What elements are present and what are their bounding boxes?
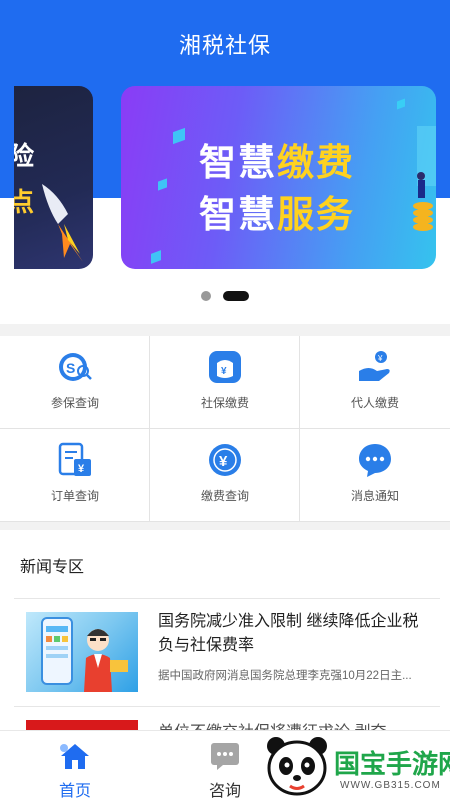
cube-decoration	[151, 250, 161, 264]
grid-item-label: 社保缴费	[200, 396, 249, 410]
news-thumbnail[interactable]	[26, 612, 138, 692]
chat-icon	[211, 743, 239, 770]
news-headline[interactable]: 国务院减少准入限制 继续降低企业税负与社保费率	[158, 610, 430, 658]
divider	[14, 598, 440, 599]
person-coins-icon	[413, 126, 436, 231]
yen-circle-icon: ¥	[209, 444, 241, 476]
grid-item-label: 消息通知	[350, 489, 399, 503]
grid-item-order-query[interactable]: ¥ 订单查询	[0, 429, 150, 522]
order-receipt-icon: ¥	[58, 442, 91, 476]
phone-teacher-illustration	[41, 617, 128, 692]
payment-bag-icon: ¥	[209, 351, 241, 383]
banner-slide-previous[interactable]: 险 点	[14, 86, 93, 269]
cube-decoration	[397, 98, 405, 110]
tab-home[interactable]: 首页	[20, 731, 130, 800]
carousel-dot-active[interactable]	[223, 291, 249, 301]
grid-item-proxy-payment[interactable]: ¥ 代人缴费	[300, 336, 450, 429]
news-summary: 据中国政府网消息国务院总理李克强10月22日主...	[158, 670, 412, 682]
watermark-url: WWW.GB315.COM	[340, 780, 441, 791]
service-grid: S 参保查询 ¥ 社保缴费 ¥ 代人缴费 ¥ 订单查询 ¥ 缴费查询 消息通知	[0, 336, 450, 522]
svg-text:¥: ¥	[78, 463, 85, 475]
banner-prev-text-1: 险	[14, 141, 35, 171]
grid-item-label: 缴费查询	[200, 489, 249, 503]
carousel-indicator	[0, 291, 450, 301]
grid-item-payment-query[interactable]: ¥ 缴费查询	[150, 429, 300, 522]
tab-label: 首页	[58, 783, 91, 800]
grid-item-label: 代人缴费	[350, 396, 399, 410]
hand-coin-icon: ¥	[359, 351, 390, 381]
rocket-icon	[42, 184, 83, 262]
watermark-text: 国宝手游网	[334, 750, 450, 780]
grid-item-label: 订单查询	[50, 489, 99, 503]
message-bubble-icon	[359, 444, 391, 477]
banner-headline-2: 智慧服务	[199, 194, 355, 235]
divider	[14, 706, 440, 707]
cube-decoration	[173, 127, 185, 145]
svg-text:¥: ¥	[221, 366, 227, 377]
svg-text:¥: ¥	[219, 453, 228, 470]
grid-item-insurance-query[interactable]: S 参保查询	[0, 336, 150, 429]
site-watermark: 国宝手游网 WWW.GB315.COM	[258, 732, 450, 800]
insurance-search-icon: S	[59, 353, 92, 381]
carousel-dot[interactable]	[201, 291, 211, 301]
app-title: 湘税社保	[178, 33, 271, 58]
svg-text:S: S	[66, 360, 75, 376]
news-section-title: 新闻专区	[20, 559, 85, 576]
home-icon	[60, 744, 89, 769]
panda-logo-icon	[267, 737, 327, 796]
svg-text:¥: ¥	[377, 354, 383, 363]
grid-item-label: 参保查询	[50, 396, 99, 410]
grid-item-social-payment[interactable]: ¥ 社保缴费	[150, 336, 300, 429]
news-section: 新闻专区 国务院减少准入限制 继续降低企业税负与社保费率 据中国政府网消息国务院…	[0, 530, 450, 735]
banner-slide-current[interactable]: 智慧缴费 智慧服务	[121, 86, 436, 269]
banner-headline-1: 智慧缴费	[199, 142, 355, 183]
cube-decoration	[158, 178, 167, 191]
grid-item-message-notify[interactable]: 消息通知	[300, 429, 450, 522]
